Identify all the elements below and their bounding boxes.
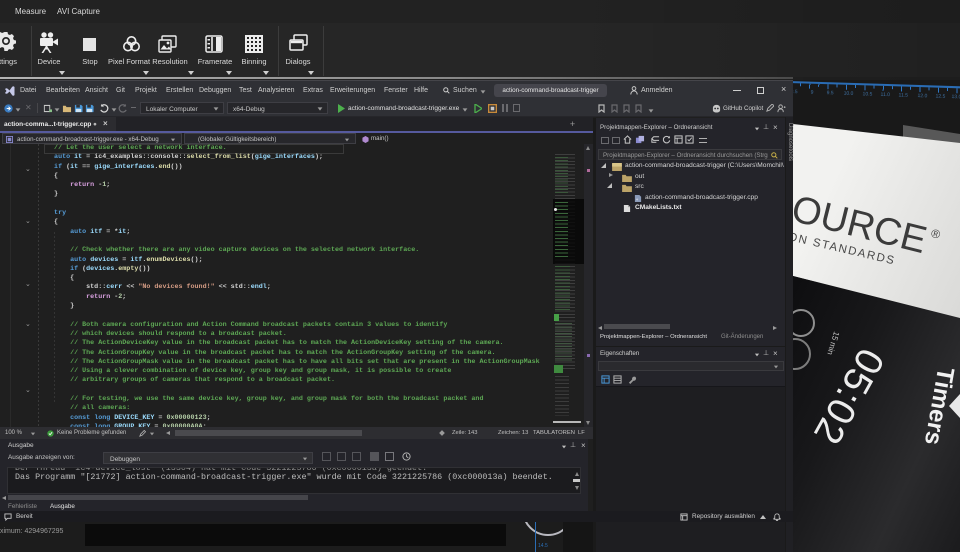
svg-text:+: +	[636, 197, 639, 202]
